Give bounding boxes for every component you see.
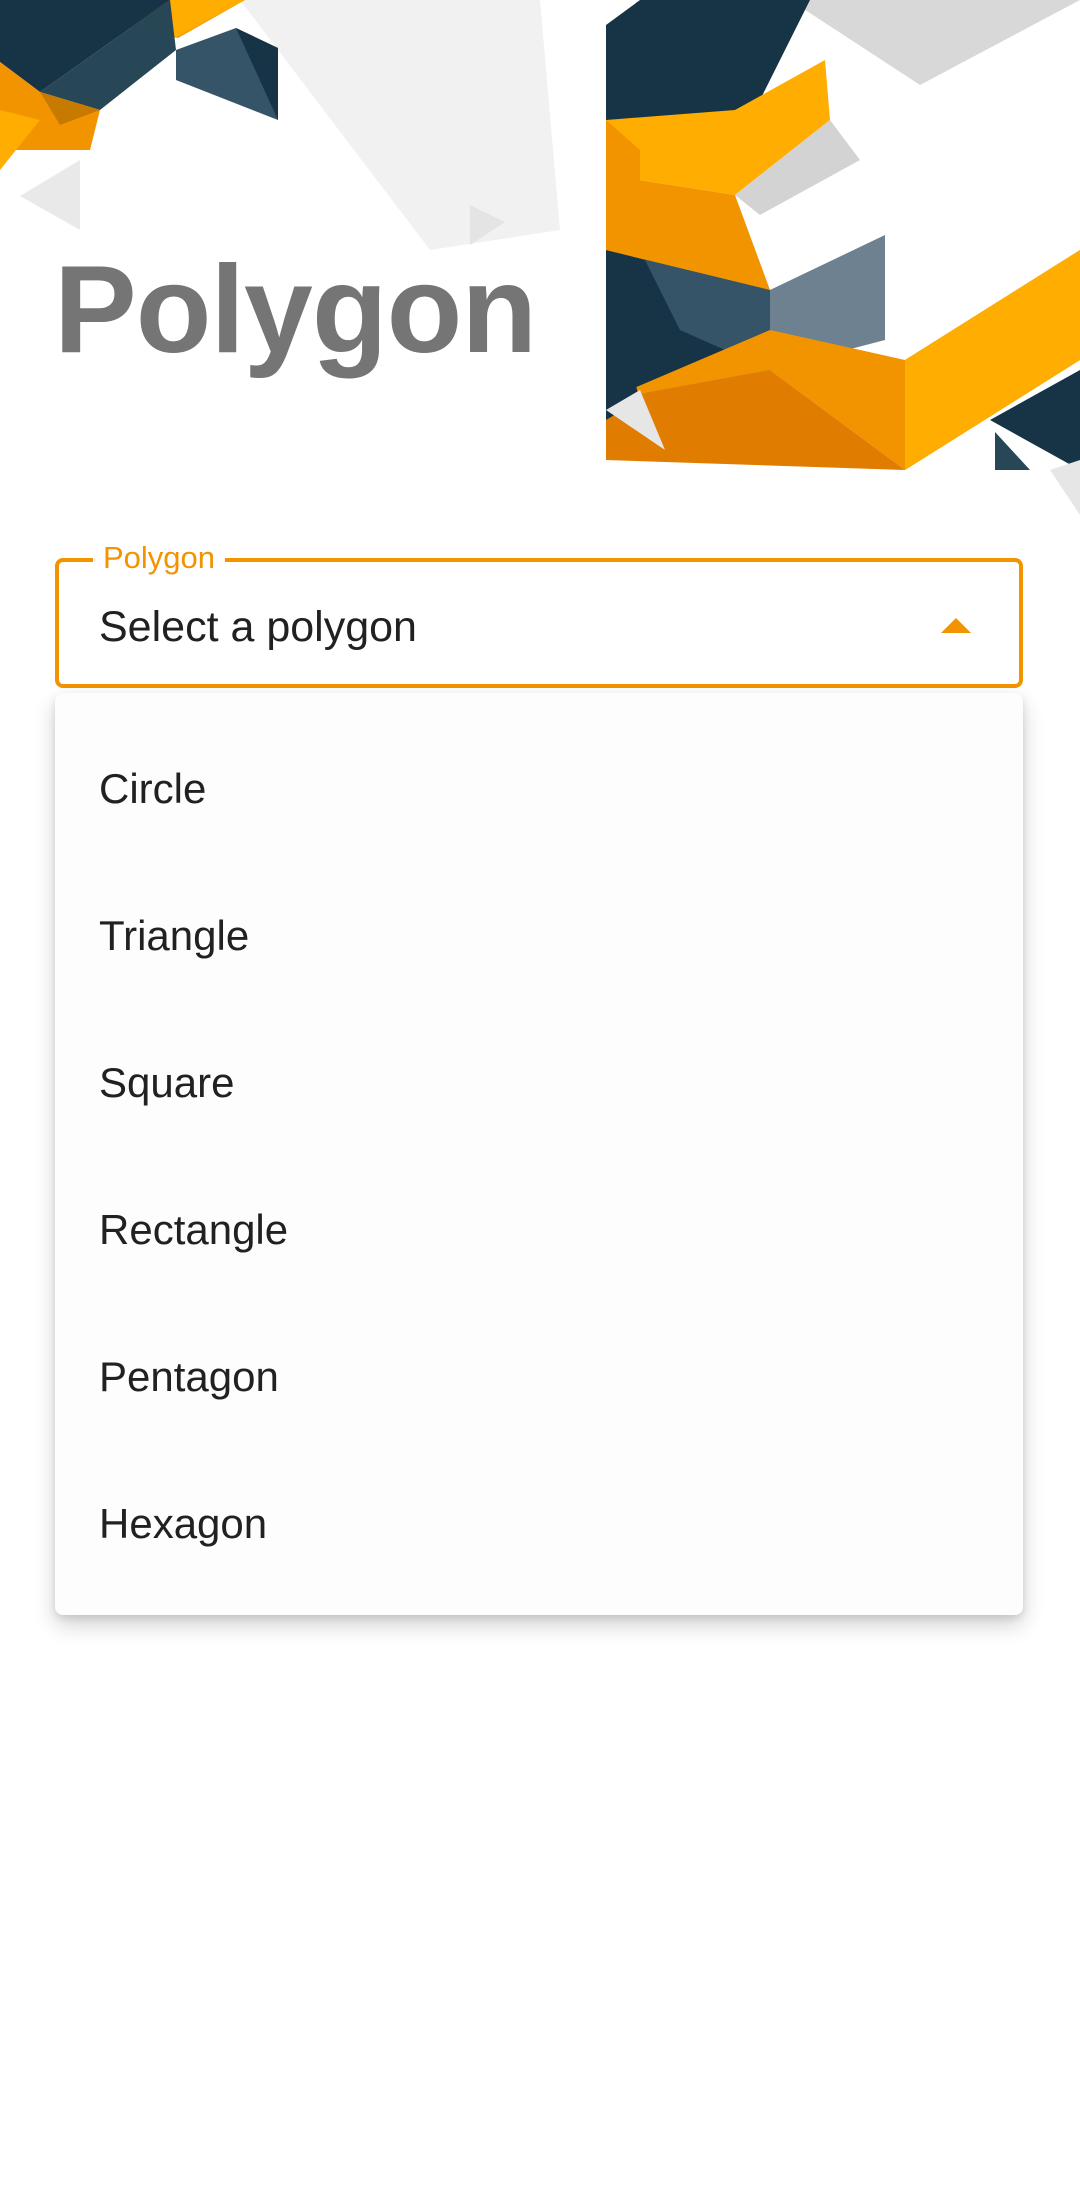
page-title: Polygon	[54, 241, 537, 379]
menu-item-circle[interactable]: Circle	[55, 715, 1023, 862]
gray-triangle-4	[1050, 460, 1080, 515]
caret-up-icon	[941, 618, 971, 633]
menu-item-hexagon[interactable]: Hexagon	[55, 1450, 1023, 1597]
light-streak	[240, 0, 560, 250]
menu-item-pentagon[interactable]: Pentagon	[55, 1303, 1023, 1450]
menu-item-square[interactable]: Square	[55, 1009, 1023, 1156]
polygon-select[interactable]: Polygon Select a polygon	[55, 540, 1023, 688]
select-value: Select a polygon	[99, 603, 417, 651]
select-label: Polygon	[93, 540, 226, 576]
menu-item-rectangle[interactable]: Rectangle	[55, 1156, 1023, 1303]
dropdown-menu: Circle Triangle Square Rectangle Pentago…	[55, 693, 1023, 1615]
light-streak-gray	[790, 0, 1080, 85]
gray-triangle	[20, 160, 80, 230]
menu-item-triangle[interactable]: Triangle	[55, 862, 1023, 1009]
